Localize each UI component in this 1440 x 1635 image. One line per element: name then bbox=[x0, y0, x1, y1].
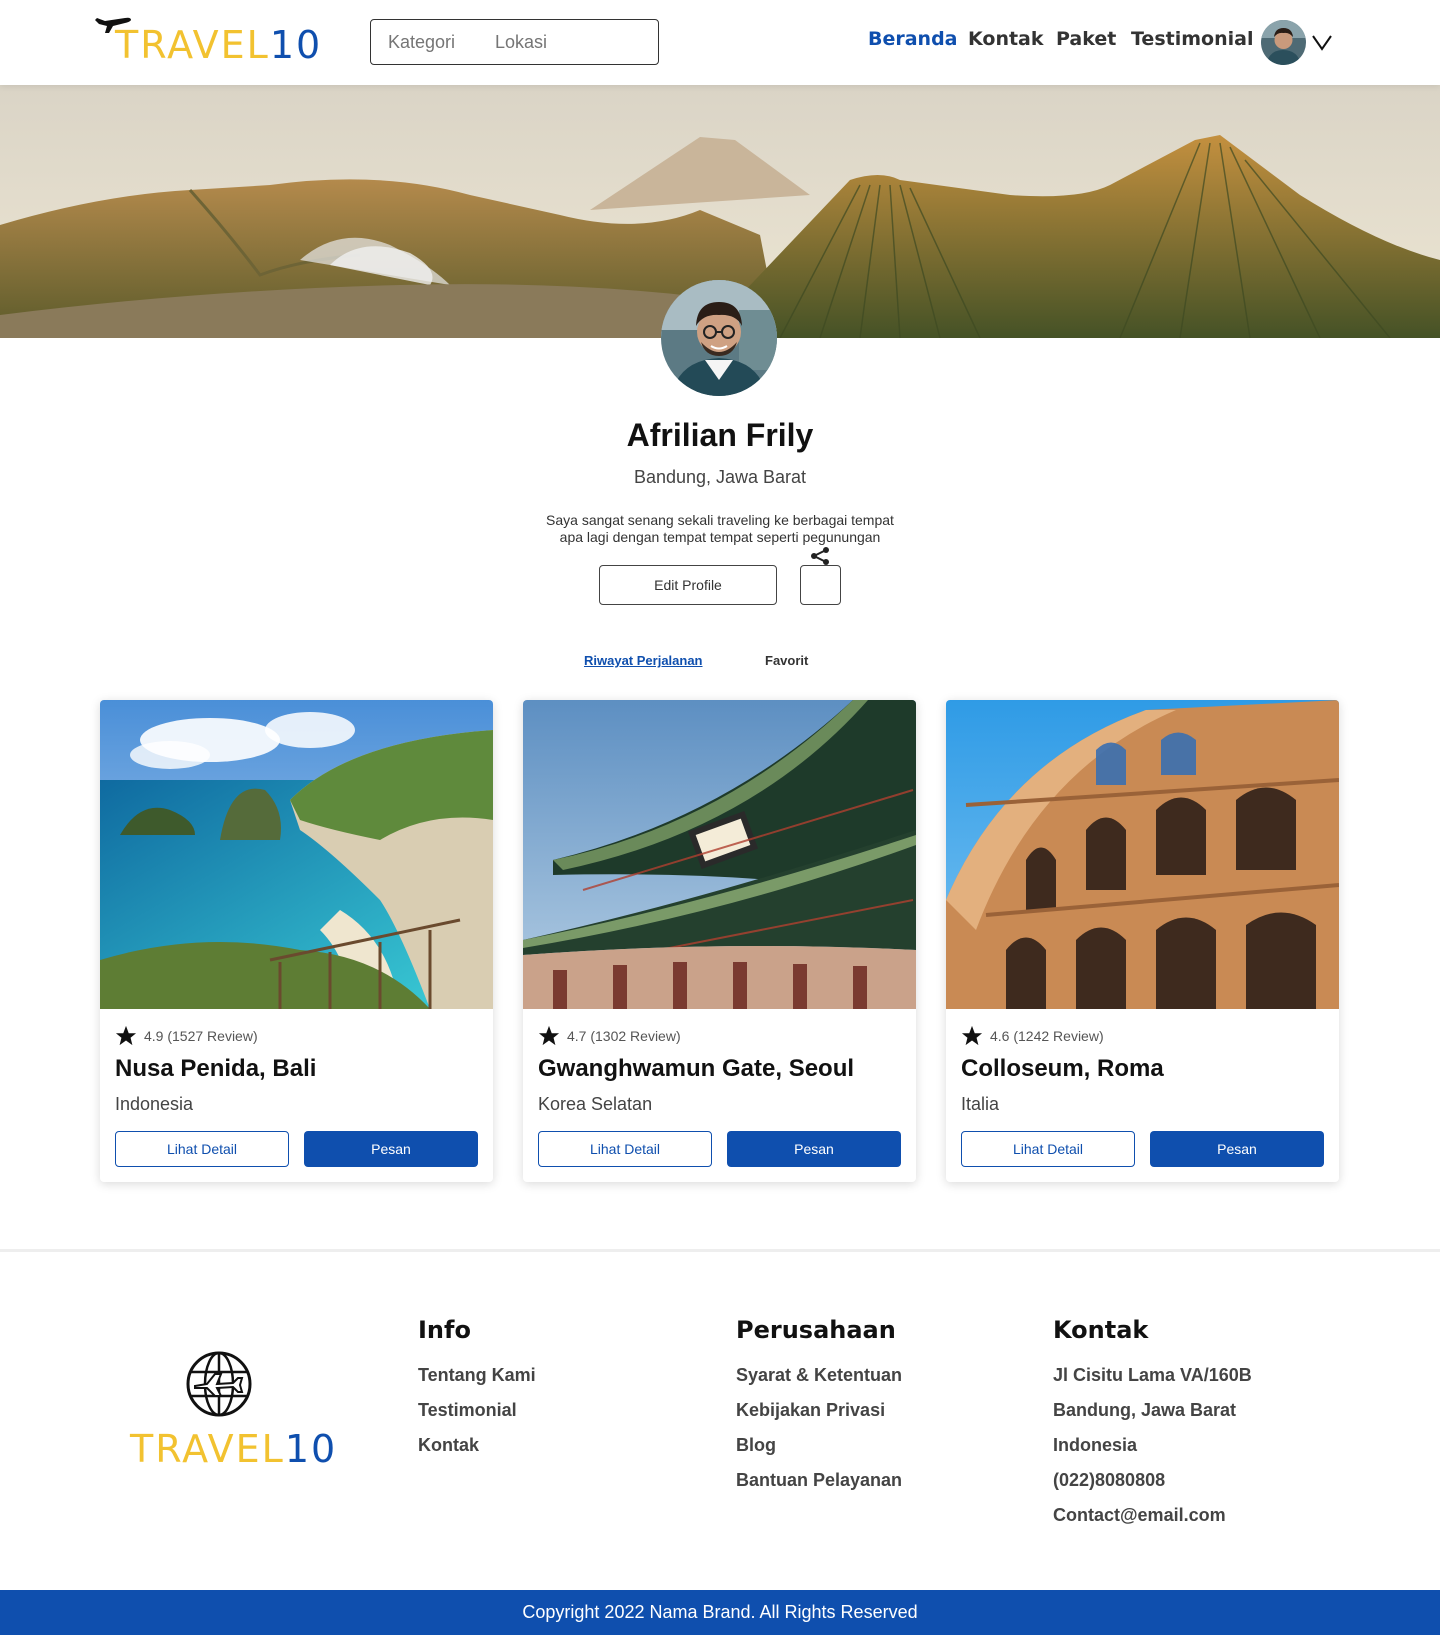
order-button[interactable]: Pesan bbox=[1150, 1131, 1324, 1167]
footer-link-blog[interactable]: Blog bbox=[736, 1435, 776, 1456]
view-detail-button[interactable]: Lihat Detail bbox=[115, 1131, 289, 1167]
destination-card: 4.9 (1527 Review) Nusa Penida, Bali Indo… bbox=[100, 700, 493, 1182]
footer-link-tentang-kami[interactable]: Tentang Kami bbox=[418, 1365, 536, 1386]
destination-name: Gwanghwamun Gate, Seoul bbox=[538, 1055, 855, 1082]
footer-contact-city: Bandung, Jawa Barat bbox=[1053, 1400, 1237, 1420]
rating-row: 4.6 (1242 Review) bbox=[961, 1025, 1104, 1046]
globe-plane-icon bbox=[186, 1351, 252, 1417]
profile-location: Bandung, Jawa Barat bbox=[633, 467, 807, 487]
footer-link-bantuan[interactable]: Bantuan Pelayanan bbox=[736, 1470, 902, 1491]
destination-name: Nusa Penida, Bali bbox=[115, 1055, 317, 1082]
user-avatar[interactable] bbox=[1261, 20, 1306, 65]
destination-image bbox=[100, 700, 493, 1009]
footer-contact-address: Jl Cisitu Lama VA/160B bbox=[1053, 1365, 1252, 1385]
footer-link-kontak[interactable]: Kontak bbox=[418, 1435, 479, 1456]
navbar: TRAVEL10 Beranda Kontak Paket Testimonia… bbox=[0, 0, 1440, 85]
footer-wordmark: TRAVEL10 bbox=[130, 1427, 338, 1471]
star-icon bbox=[961, 1025, 983, 1046]
nav-beranda[interactable]: Beranda bbox=[868, 28, 958, 50]
rating-row: 4.9 (1527 Review) bbox=[115, 1025, 258, 1046]
edit-profile-button[interactable]: Edit Profile bbox=[599, 565, 777, 605]
profile-avatar bbox=[661, 280, 777, 396]
chevron-down-icon[interactable] bbox=[1311, 30, 1333, 54]
rating-text: 4.6 (1242 Review) bbox=[990, 1027, 1104, 1044]
rating-text: 4.7 (1302 Review) bbox=[567, 1027, 681, 1044]
brand-wordmark: TRAVEL10 bbox=[115, 23, 323, 67]
star-icon bbox=[538, 1025, 560, 1046]
destination-card: 4.6 (1242 Review) Colloseum, Roma Italia… bbox=[946, 700, 1339, 1182]
location-input[interactable] bbox=[477, 20, 658, 64]
destination-country: Indonesia bbox=[115, 1094, 194, 1114]
footer-link-testimonial[interactable]: Testimonial bbox=[418, 1400, 517, 1421]
footer-contact-phone: (022)8080808 bbox=[1053, 1470, 1166, 1490]
category-input[interactable] bbox=[371, 20, 477, 64]
copyright-bar: Copyright 2022 Nama Brand. All Rights Re… bbox=[0, 1590, 1440, 1635]
footer-divider bbox=[0, 1249, 1440, 1252]
profile-bio: Saya sangat senang sekali traveling ke b… bbox=[520, 512, 920, 546]
footer-link-syarat[interactable]: Syarat & Ketentuan bbox=[736, 1365, 902, 1386]
destination-image bbox=[523, 700, 916, 1009]
footer-contact-country: Indonesia bbox=[1053, 1435, 1138, 1455]
tab-favorit[interactable]: Favorit bbox=[765, 653, 808, 668]
share-button[interactable] bbox=[800, 565, 841, 605]
rating-text: 4.9 (1527 Review) bbox=[144, 1027, 258, 1044]
destination-image bbox=[946, 700, 1339, 1009]
destination-country: Italia bbox=[961, 1094, 1000, 1114]
destination-card: 4.7 (1302 Review) Gwanghwamun Gate, Seou… bbox=[523, 700, 916, 1182]
nav-kontak[interactable]: Kontak bbox=[968, 28, 1044, 50]
view-detail-button[interactable]: Lihat Detail bbox=[538, 1131, 712, 1167]
footer-contact-email[interactable]: Contact@email.com bbox=[1053, 1505, 1226, 1526]
search-bar bbox=[370, 19, 659, 65]
nav-testimonial[interactable]: Testimonial bbox=[1131, 28, 1253, 50]
order-button[interactable]: Pesan bbox=[727, 1131, 901, 1167]
bio-line-2: apa lagi dengan tempat tempat seperti pe… bbox=[559, 529, 881, 545]
destination-country: Korea Selatan bbox=[538, 1094, 653, 1114]
star-icon bbox=[115, 1025, 137, 1046]
brand-logo[interactable]: TRAVEL10 bbox=[95, 12, 320, 72]
footer-contact-title: Kontak bbox=[1053, 1316, 1149, 1344]
footer-logo: TRAVEL10 bbox=[125, 1350, 335, 1470]
share-icon[interactable] bbox=[809, 546, 831, 566]
tab-riwayat-perjalanan[interactable]: Riwayat Perjalanan bbox=[584, 653, 703, 668]
footer-link-privasi[interactable]: Kebijakan Privasi bbox=[736, 1400, 885, 1421]
profile-name: Afrilian Frily bbox=[626, 417, 814, 453]
view-detail-button[interactable]: Lihat Detail bbox=[961, 1131, 1135, 1167]
rating-row: 4.7 (1302 Review) bbox=[538, 1025, 681, 1046]
order-button[interactable]: Pesan bbox=[304, 1131, 478, 1167]
nav-paket[interactable]: Paket bbox=[1056, 28, 1116, 50]
copyright-text: Copyright 2022 Nama Brand. All Rights Re… bbox=[522, 1602, 918, 1622]
bio-line-1: Saya sangat senang sekali traveling ke b… bbox=[546, 512, 894, 528]
footer-info-title: Info bbox=[418, 1316, 471, 1344]
destination-name: Colloseum, Roma bbox=[961, 1055, 1164, 1082]
footer-company-title: Perusahaan bbox=[736, 1316, 896, 1344]
